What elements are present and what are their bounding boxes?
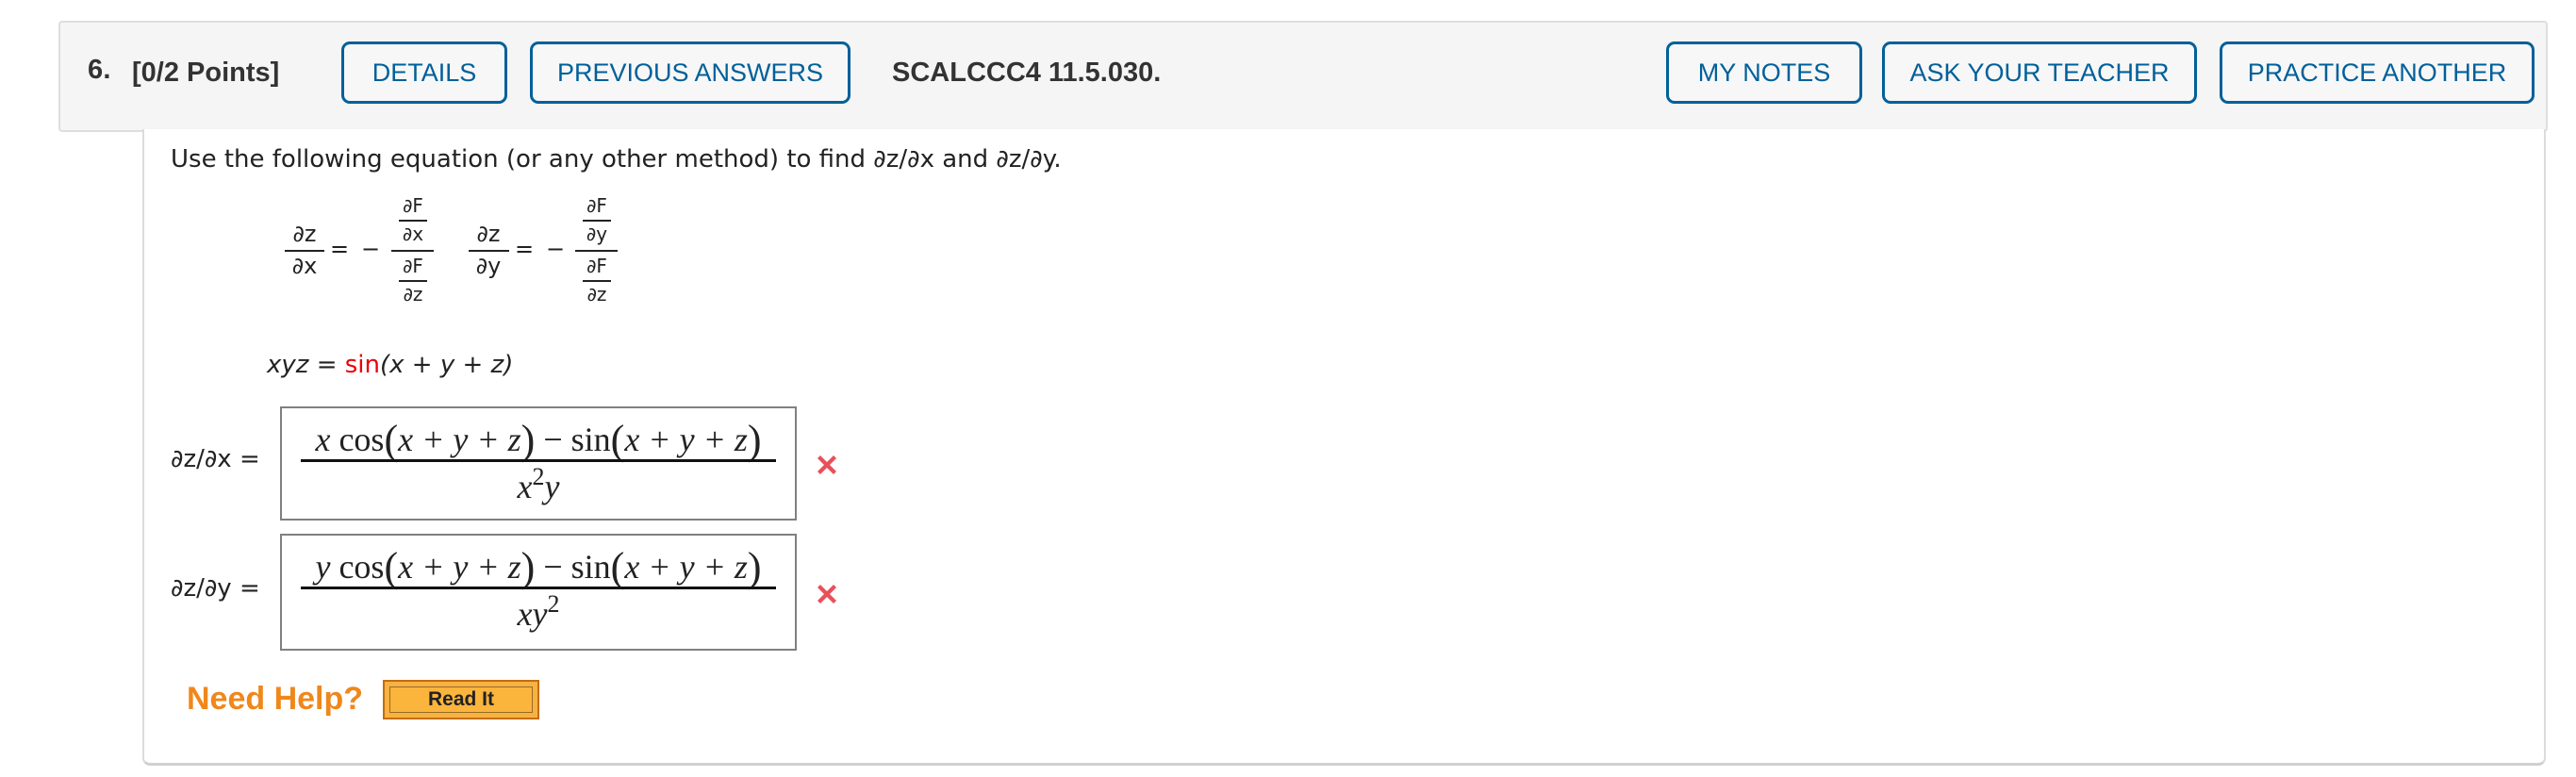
formula-dz-numerator-1: ∂z [292,221,317,247]
denominator-exponent: 2 [532,463,545,490]
formula-fraction-bar [583,220,611,222]
read-it-button[interactable]: Read It [383,680,539,719]
formula-minus-1: − [361,236,381,262]
answer-denominator: x2y [282,463,795,506]
numerator-minus-sin: − sin [543,548,611,586]
answer-label-dzdy: ∂z/∂y = [171,574,260,603]
numerator-cos: cos [339,548,385,586]
formula-dx-denominator: ∂x [291,253,318,279]
my-notes-button[interactable]: MY NOTES [1666,41,1862,104]
formula-fraction-bar [583,280,611,282]
formula-dz-numerator-2: ∂z [476,221,501,247]
equation-equals: = [316,351,338,379]
incorrect-x-icon [813,580,841,608]
numerator-arg-2: x + y + z [624,421,748,458]
formula-dF-4: ∂F [586,255,607,277]
answer-input-dzdy[interactable]: y cos(x + y + z) − sin(x + y + z) xy2 [280,534,797,651]
ask-your-teacher-button[interactable]: ASK YOUR TEACHER [1882,41,2197,104]
answer-denominator: xy2 [282,590,795,634]
question-instruction: Use the following equation (or any other… [171,145,1062,174]
read-it-label: Read It [389,686,533,713]
numerator-coefficient: y [315,548,331,586]
equation-lhs: xyz [267,351,309,379]
answer-label-dzdx: ∂z/∂x = [171,445,260,473]
numerator-arg-1: x + y + z [398,421,521,458]
denominator-base: xy [517,595,548,633]
formula-fraction-bar [285,250,324,252]
formula-equals-2: = [515,236,535,262]
numerator-cos: cos [339,421,385,458]
incorrect-x-icon [813,451,841,479]
answer-input-dzdx[interactable]: x cos(x + y + z) − sin(x + y + z) x2y [280,406,797,521]
formula-dy-denominator: ∂y [475,253,502,279]
formula-equals-1: = [330,236,350,262]
denominator-tail: y [544,468,560,505]
practice-another-button[interactable]: PRACTICE ANOTHER [2220,41,2535,104]
given-equation: xyz = sin(x + y + z) [267,351,513,379]
question-id: SCALCCC4 11.5.030. [892,58,1162,88]
formula-fraction-bar [391,250,434,252]
formula-dx-inner: ∂x [402,223,424,245]
previous-answers-button[interactable]: PREVIOUS ANSWERS [530,41,850,104]
formula-fraction-bar [399,280,427,282]
answer-numerator: y cos(x + y + z) − sin(x + y + z) [315,544,762,590]
question-points: [0/2 Points] [132,58,280,88]
numerator-minus-sin: − sin [543,421,611,458]
formula-dy-inner: ∂y [586,223,608,245]
formula-fraction-bar [399,220,427,222]
answer-fraction-bar [301,459,776,462]
question-number: 6. [88,55,111,85]
numerator-arg-2: x + y + z [624,548,748,586]
formula-dz-inner-1: ∂z [403,283,423,306]
denominator-base: x [517,468,533,505]
formula-dF-2: ∂F [403,255,423,277]
formula-dF-3: ∂F [586,194,607,217]
details-button[interactable]: DETAILS [341,41,507,104]
equation-function: sin [344,351,380,379]
equation-args: (x + y + z) [380,351,514,379]
formula-dz-inner-2: ∂z [586,283,607,306]
denominator-exponent: 2 [547,590,560,618]
need-help-label: Need Help? [187,681,364,717]
answer-fraction-bar [301,587,776,589]
answer-numerator: x cos(x + y + z) − sin(x + y + z) [315,417,762,463]
formula-minus-2: − [546,236,566,262]
formula-dF-1: ∂F [403,194,423,217]
formula-fraction-bar [469,250,509,252]
numerator-arg-1: x + y + z [398,548,521,586]
formula-fraction-bar [575,250,618,252]
numerator-coefficient: x [315,421,331,458]
